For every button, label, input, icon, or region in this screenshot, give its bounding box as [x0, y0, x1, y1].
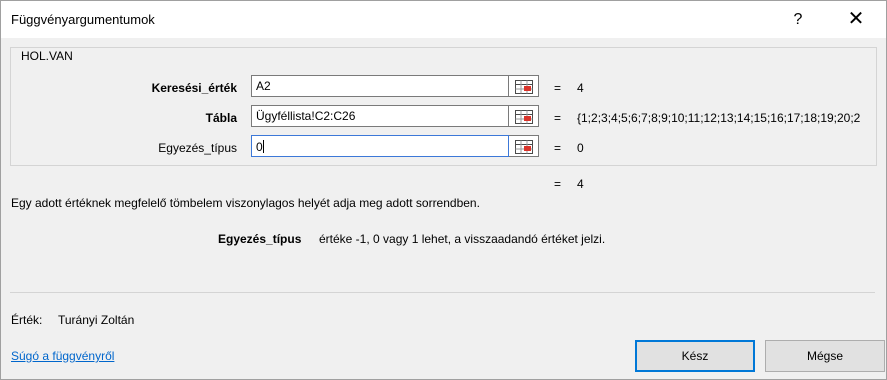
arg-result-lookup-value: 4	[577, 81, 584, 95]
title-bar: Függvényargumentumok ? ✕	[1, 1, 886, 38]
arg-result-match-type: 0	[577, 141, 584, 155]
separator	[10, 292, 875, 293]
result-value: Turányi Zoltán	[58, 313, 135, 327]
arg-label-table: Tábla	[205, 111, 237, 125]
collapse-dialog-icon	[515, 110, 533, 124]
arg-input-match-type-value: 0	[256, 140, 263, 154]
equals-sign: =	[554, 141, 562, 155]
collapse-dialog-icon	[515, 140, 533, 154]
function-name: HOL.VAN	[19, 49, 75, 63]
result-value-label: Érték:	[11, 313, 43, 327]
range-select-button-lookup-value[interactable]	[509, 75, 539, 97]
arg-input-lookup-value[interactable]: A2	[251, 75, 509, 97]
equals-sign: =	[554, 111, 562, 125]
equals-sign: =	[554, 81, 562, 95]
equals-sign: =	[554, 177, 562, 191]
function-arguments-dialog: Függvényargumentumok ? ✕ HOL.VAN Keresés…	[0, 0, 887, 380]
ok-button[interactable]: Kész	[635, 340, 755, 372]
close-icon[interactable]: ✕	[833, 1, 879, 38]
text-caret	[262, 140, 264, 153]
param-name: Egyezés_típus	[218, 232, 302, 246]
help-icon[interactable]: ?	[775, 1, 821, 38]
dialog-title: Függvényargumentumok	[11, 12, 155, 27]
range-select-button-match-type[interactable]	[509, 135, 539, 157]
arg-label-match-type: Egyezés_típus	[158, 141, 237, 155]
collapse-dialog-icon	[515, 80, 533, 94]
range-select-button-table[interactable]	[509, 105, 539, 127]
function-description: Egy adott értéknek megfelelő tömbelem vi…	[11, 196, 480, 210]
cancel-button[interactable]: Mégse	[765, 340, 885, 372]
param-description: értéke -1, 0 vagy 1 lehet, a visszaadand…	[319, 232, 606, 246]
arg-label-lookup-value: Keresési_érték	[151, 81, 237, 95]
arg-result-table: {1;2;3;4;5;6;7;8;9;10;11;12;13;14;15;16;…	[577, 111, 861, 125]
arg-input-table[interactable]: Ügyféllista!C2:C26	[251, 105, 509, 127]
formula-result: 4	[577, 177, 584, 191]
arg-input-match-type[interactable]: 0	[251, 135, 509, 157]
function-help-link[interactable]: Súgó a függvényről	[11, 349, 114, 363]
